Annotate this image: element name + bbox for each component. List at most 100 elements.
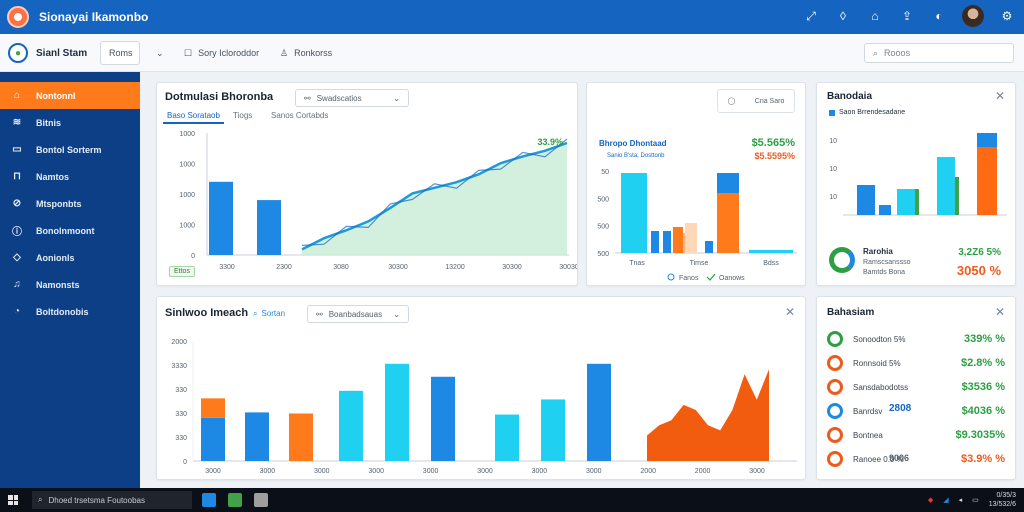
y-tick-label: 1000 <box>179 223 195 230</box>
bar <box>257 200 281 255</box>
bar <box>621 173 647 253</box>
main-chart-dropdown[interactable]: ⚯ Swadscatios ⌄ <box>295 89 409 107</box>
item-icon <box>827 331 843 347</box>
moon-icon[interactable]: ◐ <box>930 7 948 25</box>
tab-sanos[interactable]: Sanos Cortabds <box>271 111 328 120</box>
mid-value-2: 9006 <box>889 453 910 463</box>
legend-label: Oanows <box>719 275 745 282</box>
list-item[interactable]: Sansdabodotss $3536 % <box>827 375 1005 399</box>
list-item[interactable]: Banrdsv $4036 % <box>827 399 1005 423</box>
sidebar-item-nontonnl[interactable]: ⌂ Nontonnl <box>0 82 140 109</box>
sidebar-item-namonsts[interactable]: ♫ Namonsts <box>0 271 140 298</box>
item-name: Sonoodton 5% <box>853 334 906 344</box>
brand: ● Sianl Stam <box>8 43 87 63</box>
tab-baso[interactable]: Baso Sorataob <box>163 111 224 124</box>
y-tick-label: 330 <box>175 411 187 418</box>
home-icon: ⌂ <box>13 90 21 101</box>
item-name: Ronnsoid 5% <box>853 358 901 368</box>
sidebar-item-bitnis[interactable]: ≋ Bitnis <box>0 109 140 136</box>
percent-label: 33.9% <box>537 137 563 147</box>
search-input[interactable]: ⌕ Rooos <box>864 43 1014 63</box>
list-item[interactable]: Sonoodton 5% 339% % <box>827 327 1005 351</box>
home-icon[interactable]: ⌂ <box>866 7 884 25</box>
close-icon[interactable]: ✕ <box>995 89 1005 103</box>
x-tick-label: Bdss <box>763 260 779 267</box>
volume-icon[interactable]: ◂ <box>959 496 963 504</box>
list-item[interactable]: Ranoee 0.0 % $3.9% % <box>827 447 1005 471</box>
document-icon: ▭ <box>12 144 22 155</box>
x-tick-label: 3000 <box>260 468 276 475</box>
sidebar-item-mtsponbts[interactable]: ⊘ Mtsponbts <box>0 190 140 217</box>
sidebar-item-bontol[interactable]: ▭ Bontol Sorterm <box>0 136 140 163</box>
avatar[interactable] <box>962 5 984 27</box>
bar <box>955 177 959 215</box>
list-item[interactable]: Ronnsoid 5% $2.8% % <box>827 351 1005 375</box>
filter-button[interactable]: ⌕ Sortan <box>253 309 285 319</box>
sidebar-item-aonionls[interactable]: ◇ Aonionls <box>0 244 140 271</box>
bar <box>651 231 659 253</box>
expand-icon[interactable]: ⤢ <box>802 7 820 25</box>
item-value: 339% % <box>964 333 1005 345</box>
y-tick-label: 10 <box>829 138 837 145</box>
bottom-chart-dropdown[interactable]: ⚯ Boanbadsauas ⌄ <box>307 305 409 323</box>
mini-toggle[interactable]: ◯ Cna Saro <box>717 89 795 113</box>
tab-tiogs[interactable]: Tiogs <box>233 111 252 120</box>
windows-icon[interactable] <box>8 495 18 505</box>
y-tick-label: 50 <box>601 169 609 176</box>
toolbar: ● Sianl Stam Roms ⌄ ☐ Sory Icloroddor ♙ Ro… <box>0 34 1024 72</box>
taskbar-app-camera-icon[interactable] <box>254 493 268 507</box>
y-tick-label: 1000 <box>179 192 195 199</box>
legend-icon <box>667 273 675 281</box>
bar <box>685 223 697 253</box>
person-button[interactable]: ♙ Ronkorss <box>280 41 332 65</box>
bottom-chart-plot: 2000 3330 330 330 330 0 3000 3000 3000 3000 3000 30… <box>171 339 797 475</box>
item-value: $4036 % <box>961 405 1005 417</box>
settings-icon[interactable]: ⚙ <box>998 7 1016 25</box>
y-tick-label: 500 <box>597 251 609 258</box>
close-icon[interactable]: ✕ <box>785 305 795 319</box>
roms-button[interactable]: Roms <box>100 41 140 65</box>
bar <box>749 250 793 253</box>
clock[interactable]: 0/35/3 <box>997 491 1016 500</box>
bar <box>857 185 875 215</box>
right-top-card: Banodaia ✕ Saon Brrendesadane 10 10 10 Rar… <box>816 82 1016 286</box>
x-tick-label: 30030 <box>559 264 577 271</box>
sidebar-item-boltdonobis[interactable]: ◔ Boltdonobis <box>0 298 140 325</box>
x-tick-label: 3000 <box>749 468 765 475</box>
y-tick-label: 500 <box>597 196 609 203</box>
sidebar-item-bonolnmoont[interactable]: ⓘ Bonolnmoont <box>0 217 140 244</box>
bar <box>209 181 233 255</box>
x-tick-label: Timse <box>690 260 709 267</box>
right-top-title: Banodaia <box>827 91 873 102</box>
close-icon[interactable]: ✕ <box>995 305 1005 319</box>
shield-icon[interactable]: ◊ <box>834 7 852 25</box>
sidebar-item-namtos[interactable]: ⊓ Namtos <box>0 163 140 190</box>
right-bottom-title: Bahasiam <box>827 307 875 318</box>
bar-stacked <box>201 398 225 418</box>
chevron-down-icon[interactable]: ⌄ <box>156 41 164 65</box>
bar <box>339 390 363 461</box>
legend-icon <box>706 273 716 281</box>
notification-icon[interactable]: ◆ <box>928 496 933 504</box>
bottom-chart-card: Sinlwoo Imeach ⌕ Sortan ⚯ Boanbadsauas ⌄ ✕ … <box>156 296 806 480</box>
person-icon: ♙ <box>280 47 289 58</box>
upload-icon[interactable]: ⇪ <box>898 7 916 25</box>
list-item[interactable]: Bontnea $9.3035% <box>827 423 1005 447</box>
kpi-top: $5.565% <box>751 137 795 149</box>
title-bar: Sionayai Ikamonbo ⤢ ◊ ⌂ ⇪ ◐ ⚙ <box>0 0 1024 34</box>
x-tick-label: 30300 <box>502 264 522 271</box>
taskbar-search[interactable]: ⌕ Dhoed trsetsma Foutoobas <box>32 491 192 509</box>
bar <box>541 399 565 461</box>
network-icon[interactable]: ◢ <box>943 496 948 504</box>
status-badge: Ettos <box>169 266 195 277</box>
date[interactable]: 13/532/6 <box>989 500 1016 509</box>
taskbar-app-store-icon[interactable] <box>228 493 242 507</box>
battery-icon[interactable]: ▭ <box>972 496 979 504</box>
taskbar-app-edge-icon[interactable] <box>202 493 216 507</box>
sort-button[interactable]: ☐ Sory Icloroddor <box>184 41 259 65</box>
list-title: Rarohia <box>863 247 893 256</box>
x-tick-label: 2000 <box>695 468 711 475</box>
mini-title: Bhropo Dhontaad <box>599 139 667 148</box>
checkbox-icon: ☐ <box>184 47 193 58</box>
item-icon <box>827 403 843 419</box>
